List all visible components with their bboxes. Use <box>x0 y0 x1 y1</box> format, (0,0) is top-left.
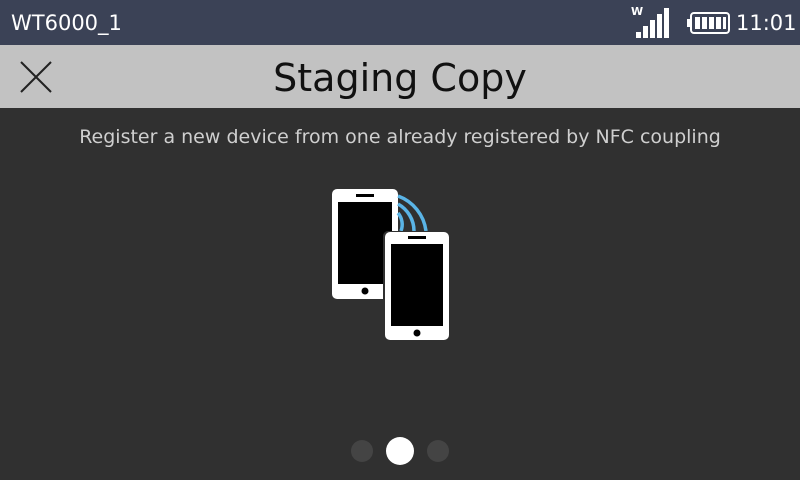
page-dot-2-active[interactable] <box>386 437 414 465</box>
signal-bars-icon: W <box>631 6 669 38</box>
page-title: Staging Copy <box>273 56 527 100</box>
status-bar: WT6000_1 W 11:01 <box>0 0 800 45</box>
wifi-badge: W <box>631 6 643 18</box>
description-text: Register a new device from one already r… <box>79 126 721 148</box>
device-name: WT6000_1 <box>11 11 122 35</box>
staging-copy-screen: WT6000_1 W 11:01 Staging Copy Register a… <box>0 0 800 480</box>
close-icon[interactable] <box>16 57 56 97</box>
nfc-phones-icon <box>332 189 451 341</box>
page-dot-3[interactable] <box>427 440 449 462</box>
page-indicator <box>0 436 800 466</box>
clock: 11:01 <box>736 11 797 35</box>
battery-full-icon <box>687 12 730 34</box>
page-dot-1[interactable] <box>351 440 373 462</box>
title-bar: Staging Copy <box>0 45 800 108</box>
